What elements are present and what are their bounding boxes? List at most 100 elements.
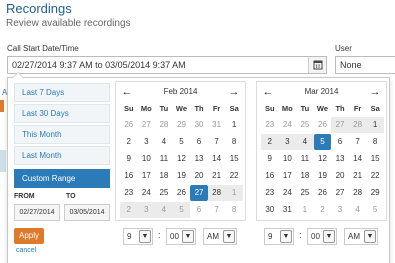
day-cell[interactable]: 3 [137, 202, 156, 218]
day-cell[interactable]: 14 [349, 151, 367, 167]
day-cell[interactable]: 1 [225, 117, 243, 133]
day-cell[interactable]: 4 [349, 202, 367, 218]
day-cell[interactable]: 28 [348, 117, 367, 133]
range-option-last-month[interactable]: Last Month [14, 146, 110, 165]
day-cell[interactable]: 10 [279, 151, 297, 167]
day-cell[interactable]: 20 [331, 168, 349, 184]
day-cell[interactable]: 3 [278, 134, 297, 150]
day-cell[interactable]: 22 [225, 168, 243, 184]
day-cell[interactable]: 30 [261, 202, 279, 218]
day-cell[interactable]: 15 [225, 151, 243, 167]
day-cell[interactable]: 26 [314, 185, 332, 201]
prev-month-icon[interactable]: ← [120, 85, 134, 99]
day-cell[interactable]: 26 [120, 117, 138, 133]
day-cell[interactable]: 12 [314, 151, 332, 167]
day-cell[interactable]: 12 [173, 151, 191, 167]
day-cell[interactable]: 6 [190, 134, 208, 150]
day-cell[interactable]: 7 [208, 202, 226, 218]
day-cell[interactable]: 25 [155, 185, 173, 201]
day-cell[interactable]: 16 [120, 168, 138, 184]
next-month-icon[interactable]: → [368, 85, 382, 99]
day-cell[interactable]: 1 [366, 117, 384, 133]
day-cell[interactable]: 6 [190, 202, 208, 218]
day-cell[interactable]: 4 [296, 134, 314, 150]
day-cell[interactable]: 4 [155, 134, 173, 150]
day-cell[interactable]: 27 [331, 185, 349, 201]
day-cell[interactable]: 24 [138, 185, 156, 201]
day-cell[interactable]: 13 [331, 151, 349, 167]
right-ampm-select[interactable]: AM ▼ [344, 228, 378, 245]
day-cell[interactable]: 11 [296, 151, 314, 167]
day-cell[interactable]: 23 [261, 185, 279, 201]
range-option-custom-range[interactable]: Custom Range [14, 169, 110, 188]
from-date-input[interactable]: 02/27/2014 [14, 204, 60, 221]
day-cell[interactable]: 19 [314, 168, 332, 184]
day-cell[interactable]: 3 [138, 134, 156, 150]
right-hour-select[interactable]: 9 ▼ [264, 228, 294, 245]
to-date-input[interactable]: 03/05/2014 [64, 204, 110, 221]
day-cell[interactable]: 25 [296, 185, 314, 201]
day-cell[interactable]: 22 [366, 168, 384, 184]
selected-day[interactable]: 5 [313, 134, 332, 150]
day-cell[interactable]: 3 [331, 202, 349, 218]
day-cell[interactable]: 2 [120, 134, 138, 150]
day-cell[interactable]: 14 [208, 151, 226, 167]
day-cell[interactable]: 31 [279, 202, 297, 218]
day-cell[interactable]: 5 [366, 202, 384, 218]
day-cell[interactable]: 9 [261, 151, 279, 167]
day-cell[interactable]: 8 [225, 202, 243, 218]
day-cell[interactable]: 29 [366, 185, 384, 201]
day-cell[interactable]: 5 [173, 134, 191, 150]
day-cell[interactable]: 29 [173, 117, 191, 133]
day-cell[interactable]: 19 [173, 168, 191, 184]
date-range-input[interactable]: 02/27/2014 9:37 AM to 03/05/2014 9:37 AM [7, 56, 327, 74]
selected-day[interactable]: 27 [190, 185, 208, 201]
next-month-icon[interactable]: → [227, 85, 241, 99]
day-cell[interactable]: 23 [120, 185, 138, 201]
day-cell[interactable]: 28 [155, 117, 173, 133]
day-cell[interactable]: 18 [155, 168, 173, 184]
day-cell[interactable]: 7 [349, 134, 367, 150]
day-cell[interactable]: 27 [138, 117, 156, 133]
day-cell[interactable]: 8 [366, 134, 384, 150]
day-cell[interactable]: 17 [279, 168, 297, 184]
day-cell[interactable]: 6 [331, 134, 349, 150]
day-cell[interactable]: 20 [190, 168, 208, 184]
day-cell[interactable]: 25 [296, 117, 314, 133]
day-cell[interactable]: 10 [138, 151, 156, 167]
day-cell[interactable]: 27 [331, 117, 349, 133]
day-cell[interactable]: 1 [225, 185, 243, 201]
day-cell[interactable]: 15 [366, 151, 384, 167]
day-cell[interactable]: 2 [120, 202, 138, 218]
user-select[interactable]: None [335, 56, 395, 74]
day-cell[interactable]: 31 [208, 117, 226, 133]
day-cell[interactable]: 21 [208, 168, 226, 184]
day-cell[interactable]: 26 [173, 185, 191, 201]
day-cell[interactable]: 5 [172, 202, 191, 218]
calendar-icon-button[interactable] [308, 57, 326, 73]
range-option-last-7-days[interactable]: Last 7 Days [14, 83, 110, 102]
day-cell[interactable]: 2 [261, 134, 279, 150]
day-cell[interactable]: 30 [190, 117, 208, 133]
day-cell[interactable]: 17 [138, 168, 156, 184]
day-cell[interactable]: 28 [207, 185, 226, 201]
range-option-last-30-days[interactable]: Last 30 Days [14, 104, 110, 123]
day-cell[interactable]: 26 [314, 117, 332, 133]
day-cell[interactable]: 4 [155, 202, 173, 218]
day-cell[interactable]: 24 [279, 117, 297, 133]
left-hour-select[interactable]: 9 ▼ [123, 228, 153, 245]
apply-button[interactable]: Apply [14, 228, 44, 244]
day-cell[interactable]: 23 [261, 117, 279, 133]
day-cell[interactable]: 1 [296, 202, 314, 218]
cancel-link[interactable]: cancel [16, 247, 36, 254]
right-minute-select[interactable]: 00 ▼ [307, 228, 337, 245]
day-cell[interactable]: 21 [349, 168, 367, 184]
day-cell[interactable]: 16 [261, 168, 279, 184]
day-cell[interactable]: 18 [296, 168, 314, 184]
prev-month-icon[interactable]: ← [261, 85, 275, 99]
day-cell[interactable]: 24 [279, 185, 297, 201]
day-cell[interactable]: 13 [190, 151, 208, 167]
day-cell[interactable]: 28 [349, 185, 367, 201]
range-option-this-month[interactable]: This Month [14, 125, 110, 144]
day-cell[interactable]: 2 [314, 202, 332, 218]
